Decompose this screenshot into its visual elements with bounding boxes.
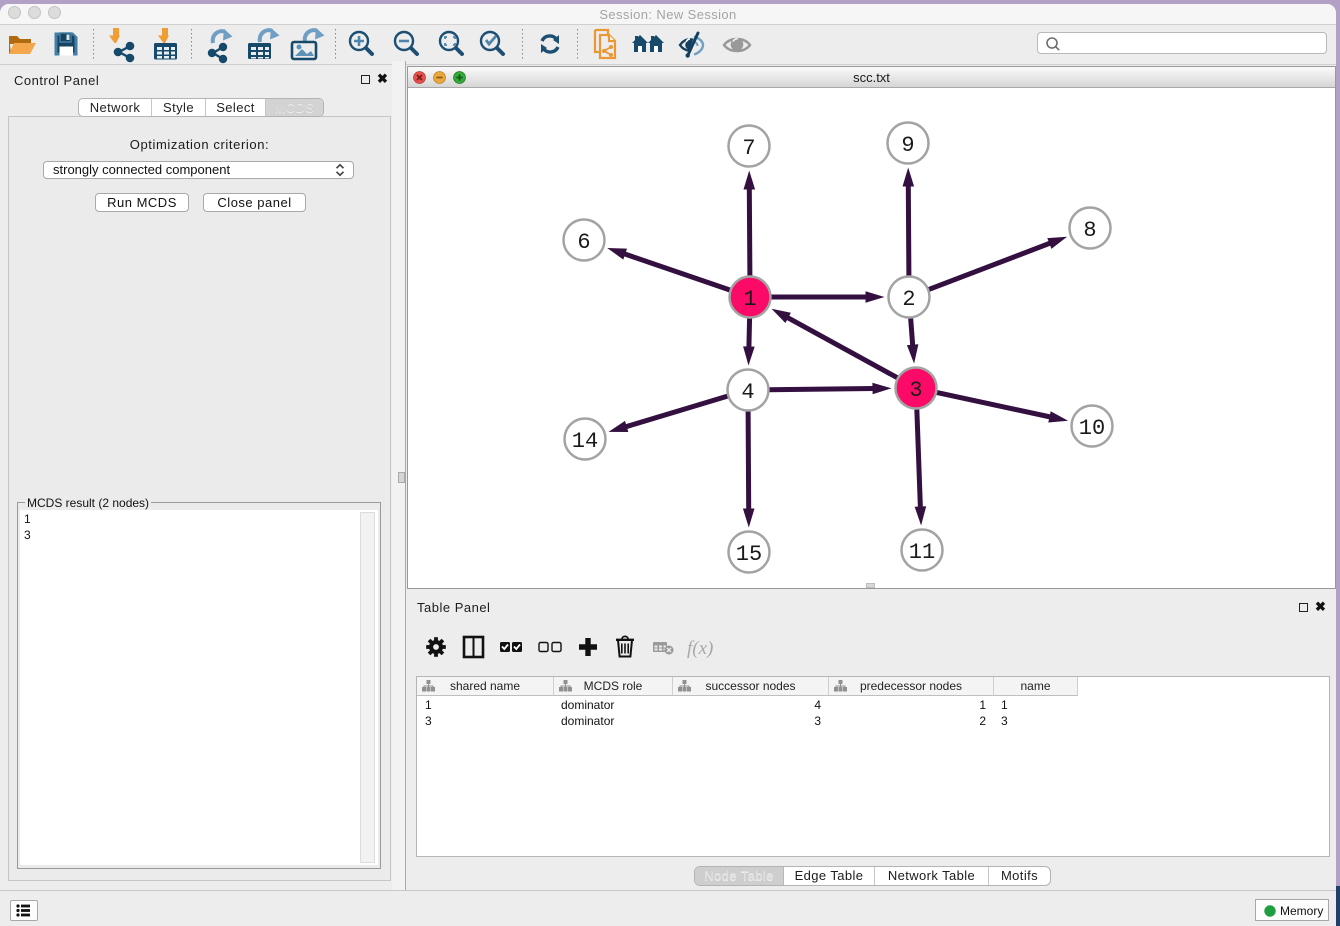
- svg-text:7: 7: [742, 136, 755, 161]
- svg-text:3: 3: [909, 378, 922, 403]
- svg-text:10: 10: [1079, 416, 1105, 441]
- svg-text:14: 14: [572, 429, 598, 454]
- svg-text:1: 1: [743, 287, 756, 312]
- svg-text:f(x): f(x): [687, 638, 713, 659]
- svg-text:8: 8: [1083, 218, 1096, 243]
- svg-text:15: 15: [736, 542, 762, 567]
- svg-text:4: 4: [741, 380, 754, 405]
- svg-text:9: 9: [901, 133, 914, 158]
- svg-text:2: 2: [902, 287, 915, 312]
- svg-text:11: 11: [909, 540, 935, 565]
- svg-text:6: 6: [577, 230, 590, 255]
